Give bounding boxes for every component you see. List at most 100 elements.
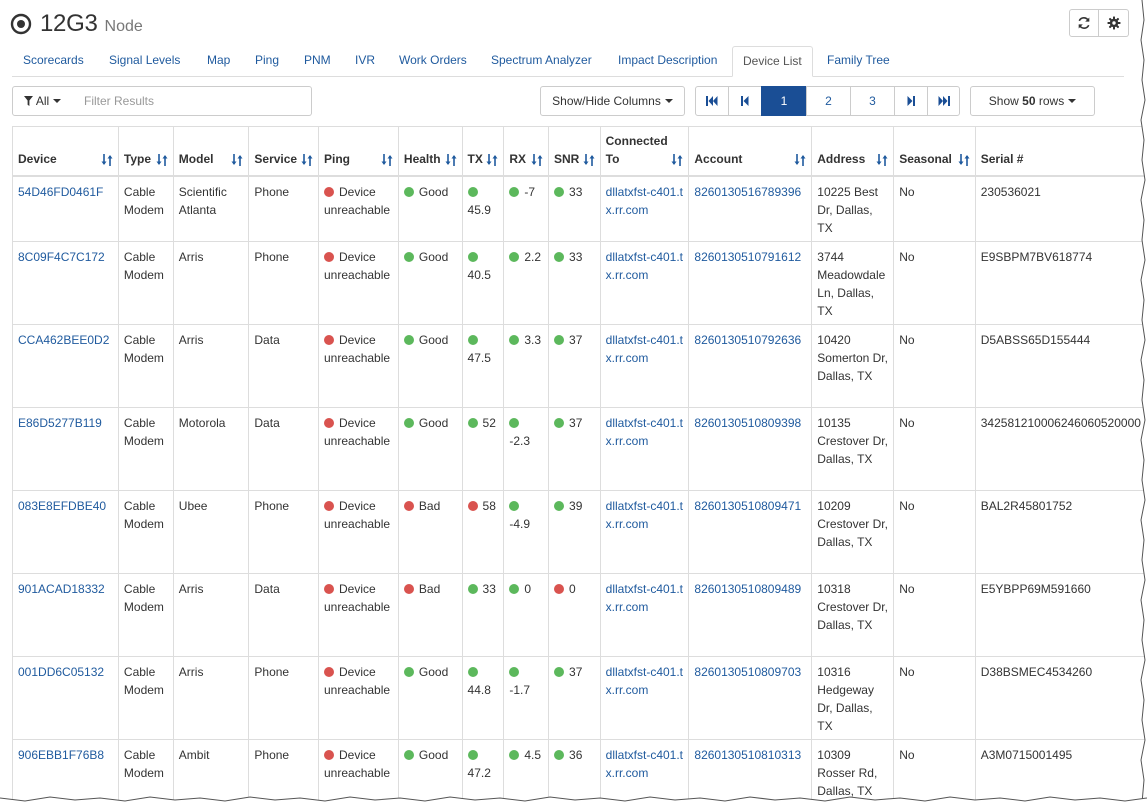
next-page-button[interactable] <box>894 86 928 116</box>
tab-spectrum-analyzer[interactable]: Spectrum Analyzer <box>481 46 602 76</box>
rx-value: -2.3 <box>509 433 531 448</box>
column-header-snr[interactable]: SNR <box>548 126 601 177</box>
show-hide-columns-button[interactable]: Show/Hide Columns <box>540 86 685 116</box>
tab-pnm[interactable]: PNM <box>294 46 341 76</box>
tab-map[interactable]: Map <box>197 46 240 76</box>
column-label: SNR <box>554 151 580 166</box>
device-value[interactable]: 001DD6C05132 <box>18 665 104 679</box>
last-page-button[interactable] <box>927 86 960 116</box>
account-value[interactable]: 8260130510809471 <box>694 499 801 513</box>
connected-to-value[interactable]: dllatxfst-c401.tx.rr.com <box>606 582 683 614</box>
device-value[interactable]: 54D46FD0461F <box>18 185 103 199</box>
column-header-type[interactable]: Type <box>117 126 174 177</box>
column-header-serial[interactable]: Serial # <box>974 126 1147 177</box>
sort-arrows-icon <box>531 153 543 166</box>
device-value[interactable]: E86D5277B119 <box>18 416 102 430</box>
account-value[interactable]: 8260130510809398 <box>694 416 801 430</box>
device-value[interactable]: 083E8EFDBE40 <box>18 499 106 513</box>
column-header-health[interactable]: Health <box>397 126 463 177</box>
sort-icon[interactable] <box>381 153 393 169</box>
column-header-device[interactable]: Device <box>12 126 119 177</box>
column-header-account[interactable]: Account <box>688 126 813 177</box>
tab-family-tree[interactable]: Family Tree <box>817 46 900 76</box>
seasonal-value: No <box>899 747 915 762</box>
settings-button[interactable] <box>1099 9 1129 37</box>
tab-scorecards[interactable]: Scorecards <box>13 46 94 76</box>
tx-cell: 58 <box>461 489 505 574</box>
connected-to-cell: dllatxfst-c401.tx.rr.com <box>599 323 690 408</box>
column-header-rx[interactable]: RX <box>503 126 550 177</box>
column-header-ping[interactable]: Ping <box>318 126 399 177</box>
connected-to-value[interactable]: dllatxfst-c401.tx.rr.com <box>606 748 683 780</box>
tab-device-list[interactable]: Device List <box>732 46 813 77</box>
account-value[interactable]: 8260130516789396 <box>694 185 801 199</box>
filter-dropdown-button[interactable]: All <box>12 86 73 116</box>
account-value[interactable]: 8260130510810313 <box>694 748 801 762</box>
page-2-button[interactable]: 2 <box>806 86 851 116</box>
sort-icon[interactable] <box>301 153 313 169</box>
connected-to-value[interactable]: dllatxfst-c401.tx.rr.com <box>606 416 683 448</box>
sort-icon[interactable] <box>876 153 888 169</box>
device-value[interactable]: CCA462BEE0D2 <box>18 333 109 347</box>
sort-icon[interactable] <box>486 153 498 169</box>
device-value[interactable]: 901ACAD18332 <box>18 582 105 596</box>
serial-cell: A3M0715001495 <box>974 738 1147 803</box>
sort-icon[interactable] <box>958 153 970 169</box>
connected-to-value[interactable]: dllatxfst-c401.tx.rr.com <box>606 250 683 282</box>
service-value: Phone <box>254 249 290 264</box>
sort-icon[interactable] <box>156 153 168 169</box>
ping-cell: Device unreachable <box>318 240 399 325</box>
column-header-connected-to[interactable]: Connected To <box>599 126 690 177</box>
account-value[interactable]: 8260130510791612 <box>694 250 801 264</box>
tab-ivr[interactable]: IVR <box>345 46 385 76</box>
tx-value: 33 <box>482 581 496 596</box>
rows-per-page-button[interactable]: Show 50 rows <box>970 86 1095 116</box>
column-header-service[interactable]: Service <box>248 126 319 177</box>
sort-icon[interactable] <box>101 153 113 169</box>
health-cell: Bad <box>397 489 463 574</box>
connected-to-value[interactable]: dllatxfst-c401.tx.rr.com <box>606 499 683 531</box>
first-page-button[interactable] <box>695 86 729 116</box>
tab-ping[interactable]: Ping <box>245 46 289 76</box>
tx-cell: 40.5 <box>461 240 505 325</box>
tab-work-orders[interactable]: Work Orders <box>389 46 477 76</box>
model-cell: Arris <box>172 572 250 657</box>
tx-cell: 45.9 <box>461 175 505 242</box>
sort-icon[interactable] <box>531 153 543 169</box>
connected-to-value[interactable]: dllatxfst-c401.tx.rr.com <box>606 185 683 217</box>
serial-cell: E5YBPP69M591660 <box>974 572 1147 657</box>
account-value[interactable]: 8260130510809703 <box>694 665 801 679</box>
address-cell: 10420 Somerton Dr, Dallas, TX <box>811 323 895 408</box>
account-value[interactable]: 8260130510809489 <box>694 582 801 596</box>
column-header-model[interactable]: Model <box>172 126 250 177</box>
model-cell: Arris <box>172 323 250 408</box>
connected-to-value[interactable]: dllatxfst-c401.tx.rr.com <box>606 333 683 365</box>
column-header-tx[interactable]: TX <box>461 126 505 177</box>
health-cell: Good <box>397 738 463 803</box>
status-dot-icon <box>509 500 520 511</box>
device-value[interactable]: 906EBB1F76B8 <box>18 748 104 762</box>
type-value: Cable Modem <box>123 415 164 448</box>
filter-input[interactable]: Filter Results <box>72 86 312 116</box>
service-value: Phone <box>254 664 290 679</box>
refresh-button[interactable] <box>1069 9 1099 37</box>
column-header-address[interactable]: Address <box>811 126 895 177</box>
connected-to-value[interactable]: dllatxfst-c401.tx.rr.com <box>606 665 683 697</box>
device-value[interactable]: 8C09F4C7C172 <box>18 250 105 264</box>
sort-icon[interactable] <box>445 153 457 169</box>
sort-icon[interactable] <box>794 153 806 169</box>
next-page-icon <box>907 96 915 106</box>
tab-impact-description[interactable]: Impact Description <box>608 46 727 76</box>
type-cell: Cable Modem <box>117 572 174 657</box>
account-value[interactable]: 8260130510792636 <box>694 333 801 347</box>
address-value: 10209 Crestover Dr, Dallas, TX <box>817 498 888 549</box>
previous-page-button[interactable] <box>728 86 762 116</box>
serial-value: 230536021 <box>980 184 1041 199</box>
tab-signal-levels[interactable]: Signal Levels <box>99 46 190 76</box>
sort-icon[interactable] <box>231 153 243 169</box>
sort-icon[interactable] <box>671 153 683 169</box>
column-header-seasonal[interactable]: Seasonal <box>893 126 976 177</box>
page-3-button[interactable]: 3 <box>850 86 895 116</box>
page-1-button[interactable]: 1 <box>761 86 807 116</box>
sort-icon[interactable] <box>583 153 595 169</box>
